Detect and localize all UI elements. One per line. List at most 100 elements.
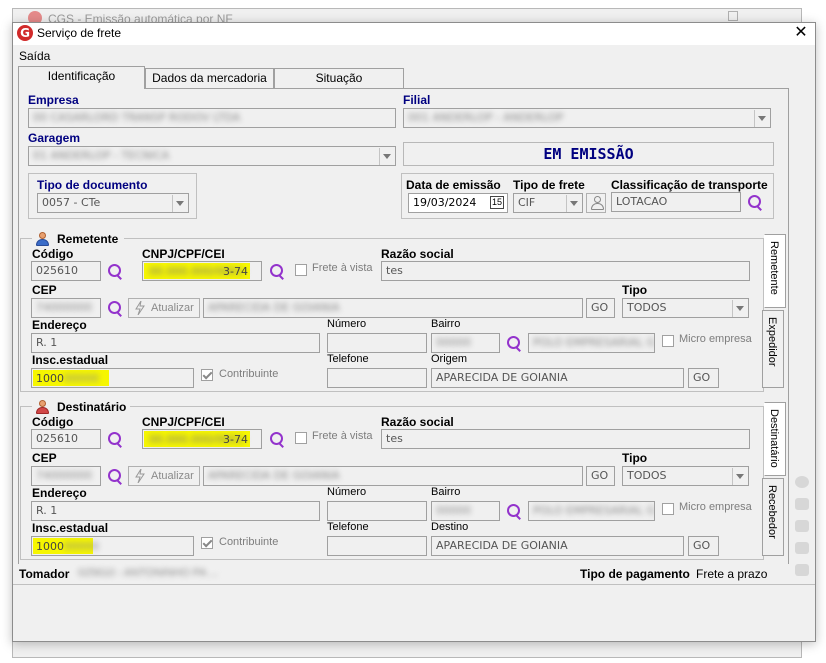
destinatario-numero-input[interactable] bbox=[327, 501, 427, 521]
remetente-uf-input[interactable]: GO bbox=[586, 298, 615, 318]
empresa-value: 00 CASARLORD TRANSP RODOV LTDA bbox=[33, 111, 241, 124]
circle-icon[interactable] bbox=[795, 476, 809, 488]
destinatario-atualizar-button[interactable]: Atualizar bbox=[128, 466, 200, 486]
remetente-cnpj-label: CNPJ/CPF/CEI bbox=[142, 247, 225, 261]
menu-saida[interactable]: Saída bbox=[19, 49, 50, 63]
destinatario-frete-vista-checkbox[interactable] bbox=[295, 432, 307, 444]
chevron-down-icon[interactable] bbox=[732, 468, 747, 485]
destinatario-insc-input[interactable]: 1000 00000 bbox=[31, 536, 194, 556]
destinatario-uf-input[interactable]: GO bbox=[586, 466, 615, 486]
remetente-bairro-input[interactable]: POLO EMPRESARIAL G bbox=[528, 333, 655, 353]
truck-icon[interactable] bbox=[795, 542, 809, 554]
destinatario-atualizar-label: Atualizar bbox=[151, 470, 194, 482]
vtab-recebedor[interactable]: Recebedor bbox=[762, 478, 784, 556]
destinatario-telefone-input[interactable] bbox=[327, 536, 427, 556]
remetente-contribuinte-checkbox[interactable] bbox=[201, 369, 213, 381]
vtab-destinatario[interactable]: Destinatário bbox=[764, 402, 786, 476]
remetente-insc-hidden: 00000 bbox=[64, 372, 99, 385]
remetente-frete-vista-checkbox[interactable] bbox=[295, 264, 307, 276]
tab-dados-mercadoria[interactable]: Dados da mercadoria bbox=[145, 68, 274, 88]
remetente-cep-input[interactable]: 74000000 bbox=[31, 298, 101, 318]
remetente-codigo-input[interactable]: 025610 bbox=[31, 261, 101, 281]
close-button[interactable]: ✕ bbox=[792, 24, 810, 42]
remetente-bairro-code: 00000 bbox=[436, 336, 471, 349]
app-logo-icon: G bbox=[17, 25, 33, 41]
search-icon[interactable] bbox=[268, 263, 286, 281]
destinatario-cidade-input[interactable]: APARECIDA DE GOIANIA bbox=[203, 466, 583, 486]
empresa-field[interactable]: 00 CASARLORD TRANSP RODOV LTDA bbox=[28, 108, 396, 128]
destinatario-codigo-input[interactable]: 025610 bbox=[31, 429, 101, 449]
remetente-endereco-input[interactable]: R. 1 bbox=[31, 333, 320, 353]
search-icon[interactable] bbox=[106, 468, 124, 486]
remetente-insc-input[interactable]: 1000 00000 bbox=[31, 368, 194, 388]
search-icon[interactable] bbox=[106, 431, 124, 449]
tipo-frete-select[interactable]: CIF bbox=[513, 193, 583, 213]
destinatario-cnpj-input[interactable]: 00.000.000/0001- 3-74 bbox=[142, 429, 262, 449]
chevron-down-icon[interactable] bbox=[172, 195, 187, 212]
tab-situacao[interactable]: Situação bbox=[274, 68, 404, 88]
destinatario-cep-input[interactable]: 74000000 bbox=[31, 466, 101, 486]
search-icon[interactable] bbox=[505, 335, 523, 353]
search-icon[interactable] bbox=[106, 300, 124, 318]
destinatario-insc-label: Insc.estadual bbox=[32, 521, 109, 535]
remetente-tipo-label: Tipo bbox=[622, 283, 648, 297]
edit-icon[interactable] bbox=[795, 564, 809, 576]
destinatario-tipo-value: TODOS bbox=[627, 469, 667, 482]
hand-left-icon[interactable] bbox=[795, 520, 809, 532]
destinatario-person-icon bbox=[35, 400, 49, 414]
calendar-icon[interactable]: 15 bbox=[490, 196, 504, 209]
filial-select[interactable]: 001 ANDERLOP - ANDERLOP bbox=[403, 108, 771, 128]
chevron-down-icon[interactable] bbox=[566, 195, 581, 212]
remetente-endereco-label: Endereço bbox=[32, 318, 87, 332]
chevron-down-icon[interactable] bbox=[732, 300, 747, 317]
remetente-bairro-code-input[interactable]: 00000 bbox=[431, 333, 500, 353]
destinatario-contribuinte-checkbox[interactable] bbox=[201, 537, 213, 549]
remetente-tipo-value: TODOS bbox=[627, 301, 667, 314]
destinatario-bairro-input[interactable]: POLO EMPRESARIAL G bbox=[528, 501, 655, 521]
remetente-cidade-input[interactable]: APARECIDA DE GOIANIA bbox=[203, 298, 583, 318]
remetente-razao-input[interactable]: tes bbox=[381, 261, 750, 281]
vtab-destinatario-label: Destinatário bbox=[768, 409, 780, 468]
destinatario-endereco-label: Endereço bbox=[32, 486, 87, 500]
destinatario-destino-uf-input[interactable]: GO bbox=[688, 536, 719, 556]
remetente-cnpj-input[interactable]: 00.000.000/0001- 3-74 bbox=[142, 261, 262, 281]
classificacao-input[interactable]: LOTACAO bbox=[611, 192, 741, 212]
remetente-origem-uf: GO bbox=[693, 371, 711, 384]
destinatario-razao-input[interactable]: tes bbox=[381, 429, 750, 449]
destinatario-endereco-input[interactable]: R. 1 bbox=[31, 501, 320, 521]
hand-point-icon[interactable] bbox=[795, 498, 809, 510]
chevron-down-icon[interactable] bbox=[379, 148, 394, 165]
remetente-origem-input[interactable]: APARECIDA DE GOIANIA bbox=[431, 368, 684, 388]
destinatario-bairro-code: 00000 bbox=[436, 504, 471, 517]
destinatario-tipo-select[interactable]: TODOS bbox=[622, 466, 749, 486]
destinatario-insc-hidden: 00000 bbox=[64, 540, 99, 553]
remetente-micro-empresa-checkbox[interactable] bbox=[662, 335, 674, 347]
remetente-tipo-select[interactable]: TODOS bbox=[622, 298, 749, 318]
lightning-icon bbox=[135, 301, 145, 315]
empresa-label: Empresa bbox=[28, 93, 79, 107]
remetente-telefone-input[interactable] bbox=[327, 368, 427, 388]
remetente-atualizar-button[interactable]: Atualizar bbox=[128, 298, 200, 318]
destinatario-destino-input[interactable]: APARECIDA DE GOIANIA bbox=[431, 536, 684, 556]
search-icon[interactable] bbox=[268, 431, 286, 449]
vtab-expedidor[interactable]: Expedidor bbox=[762, 310, 784, 388]
filial-value: 001 ANDERLOP - ANDERLOP bbox=[408, 111, 564, 124]
vtab-expedidor-label: Expedidor bbox=[766, 317, 778, 367]
garagem-select[interactable]: 01 ANDERLOP - TECNICA bbox=[28, 146, 396, 166]
remetente-origem-uf-input[interactable]: GO bbox=[688, 368, 719, 388]
person-lookup-button[interactable] bbox=[586, 193, 606, 213]
tipo-documento-select[interactable]: 0057 - CTe bbox=[37, 193, 189, 213]
data-emissao-value: 19/03/2024 bbox=[413, 196, 477, 209]
remetente-title: Remetente bbox=[57, 232, 119, 246]
remetente-numero-input[interactable] bbox=[327, 333, 427, 353]
destinatario-bairro-code-input[interactable]: 00000 bbox=[431, 501, 500, 521]
search-icon[interactable] bbox=[106, 263, 124, 281]
chevron-down-icon[interactable] bbox=[754, 110, 769, 127]
vtab-remetente[interactable]: Remetente bbox=[764, 234, 786, 308]
search-icon[interactable] bbox=[746, 194, 764, 212]
search-icon[interactable] bbox=[505, 503, 523, 521]
tab-identificacao[interactable]: Identificação bbox=[18, 66, 145, 89]
background-maximize-icon[interactable] bbox=[728, 11, 738, 21]
destinatario-razao-label: Razão social bbox=[381, 415, 454, 429]
destinatario-micro-empresa-checkbox[interactable] bbox=[662, 503, 674, 515]
